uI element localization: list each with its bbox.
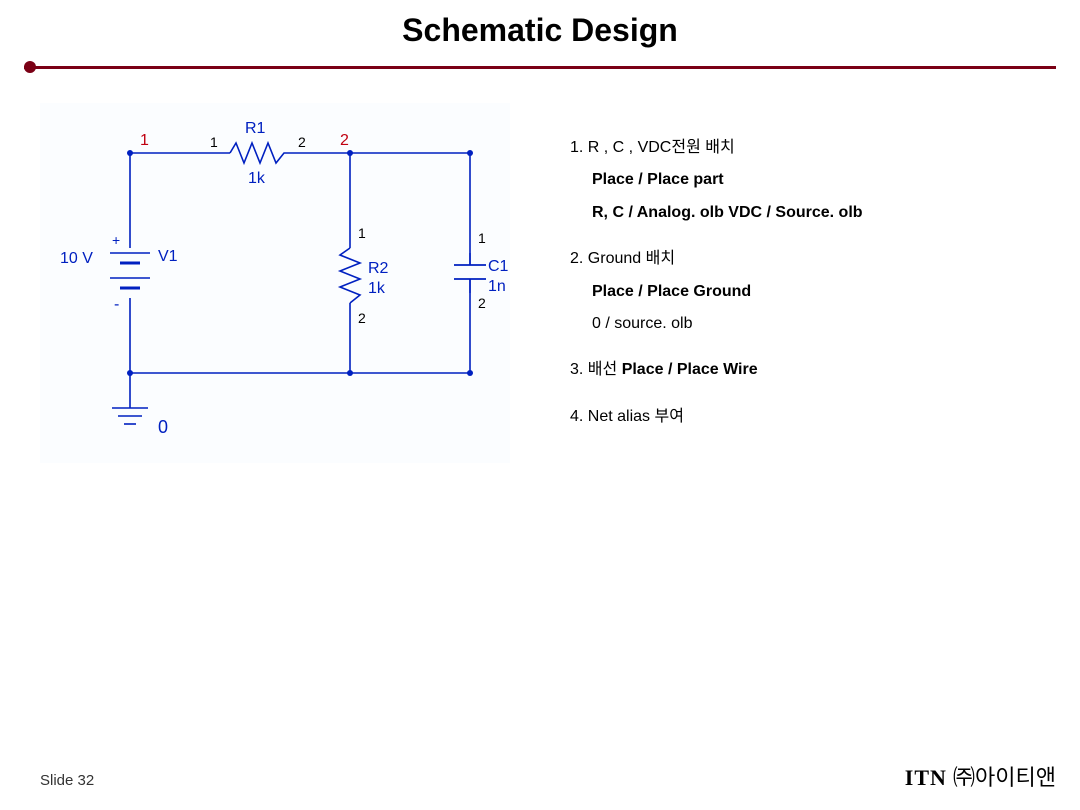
c1-ref: C1 [488,258,509,275]
title-rule [0,61,1080,73]
instruction-3-pre: 3. 배선 [570,361,622,378]
net-label-1: 1 [140,132,149,149]
brand-logo: ITN ㈜아이티앤 [905,760,1056,792]
svg-text:-: - [114,296,119,313]
resistor-r1 [230,143,290,163]
instruction-1-sub1: Place / Place part [592,171,724,188]
instruction-4: 4. Net alias 부여 [570,406,863,428]
svg-text:1: 1 [210,134,218,150]
r2-ref: R2 [368,260,389,277]
brand-itn: ITN [905,765,947,790]
instruction-3: 3. 배선 Place / Place Wire [570,359,863,381]
instruction-list: 1. R , C , VDC전원 배치 Place / Place part R… [570,103,863,452]
page-title: Schematic Design [0,0,1080,57]
svg-text:2: 2 [358,310,366,326]
c1-value: 1n [488,278,506,295]
svg-text:2: 2 [298,134,306,150]
instruction-2-head: 2. Ground 배치 [570,250,675,267]
instruction-3-bold: Place / Place Wire [622,361,758,378]
instruction-4-head: 4. Net alias 부여 [570,408,684,425]
ground-symbol [112,408,148,424]
v1-ref: V1 [158,248,178,265]
svg-text:1: 1 [478,230,486,246]
instruction-1: 1. R , C , VDC전원 배치 Place / Place part R… [570,137,863,224]
capacitor-c1 [454,253,486,293]
svg-text:2: 2 [478,295,486,311]
instruction-2-sub1: Place / Place Ground [592,283,751,300]
footer: Slide 32 ITN ㈜아이티앤 [40,760,1056,792]
instruction-2-sub2: 0 / source. olb [592,313,863,335]
brand-hangul: ㈜아이티앤 [947,765,1056,790]
r1-ref: R1 [245,120,266,137]
v1-value: 10 V [60,250,93,267]
ground-label: 0 [158,417,168,437]
instruction-1-sub2: R, C / Analog. olb VDC / Source. olb [592,204,863,221]
instruction-2: 2. Ground 배치 Place / Place Ground 0 / so… [570,248,863,335]
schematic-diagram: + - 1 2 1 2 1 2 1 2 R1 1k R2 1k C1 [40,103,510,463]
svg-text:1: 1 [358,225,366,241]
instruction-1-head: 1. R , C , VDC전원 배치 [570,139,735,156]
content-area: + - 1 2 1 2 1 2 1 2 R1 1k R2 1k C1 [0,73,1080,463]
r2-value: 1k [368,280,386,297]
net-label-2: 2 [340,132,349,149]
r1-value: 1k [248,170,266,187]
slide-number: Slide 32 [40,772,94,789]
resistor-r2 [340,233,360,318]
svg-text:+: + [112,232,120,248]
